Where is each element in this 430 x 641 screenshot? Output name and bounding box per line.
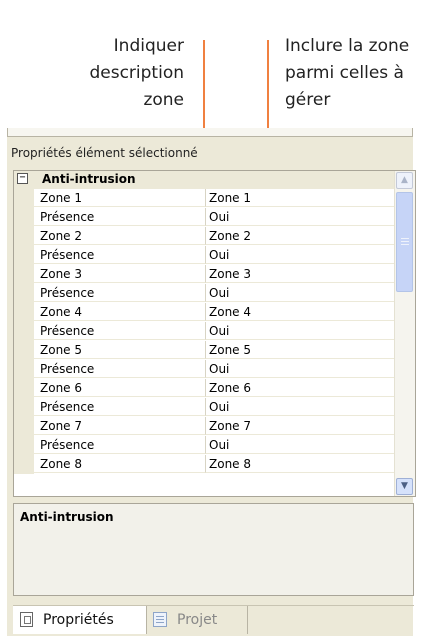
row-gutter (14, 208, 34, 227)
category-row[interactable]: − Anti-intrusion (14, 171, 394, 189)
property-name[interactable]: Zone 7 (34, 417, 206, 435)
callout-line: zone (143, 90, 184, 110)
property-value[interactable]: Oui (206, 360, 394, 378)
property-name[interactable]: Présence (34, 360, 206, 378)
row-gutter (14, 246, 34, 265)
property-row[interactable]: Zone 3 Zone 3 (14, 265, 394, 284)
scrollbar-thumb[interactable] (396, 192, 413, 292)
grip-line (401, 244, 409, 245)
property-name[interactable]: Présence (34, 208, 206, 226)
property-value[interactable]: Oui (206, 284, 394, 302)
property-row[interactable]: Présence Oui (14, 398, 394, 417)
property-value[interactable]: Zone 7 (206, 417, 394, 435)
scroll-down-icon[interactable]: ▼ (396, 478, 413, 495)
property-row[interactable]: Zone 2 Zone 2 (14, 227, 394, 246)
panel-title: Propriétés élément sélectionné (11, 146, 198, 160)
property-name[interactable]: Présence (34, 436, 206, 454)
callout-line: Inclure la zone (285, 36, 410, 56)
property-value[interactable]: Zone 8 (206, 455, 394, 473)
property-rows: Zone 1 Zone 1 Présence Oui Zone 2 Zone 2 Pr… (14, 189, 394, 474)
scroll-up-icon[interactable]: ▲ (396, 172, 413, 189)
row-gutter (14, 265, 34, 284)
property-value[interactable]: Zone 5 (206, 341, 394, 359)
panel-top-strip (7, 128, 413, 137)
row-gutter (14, 322, 34, 341)
tab-label: Propriétés (43, 612, 114, 628)
property-row[interactable]: Présence Oui (14, 322, 394, 341)
property-value[interactable]: Oui (206, 322, 394, 340)
property-name[interactable]: Zone 8 (34, 455, 206, 473)
property-name[interactable]: Zone 6 (34, 379, 206, 397)
property-row[interactable]: Présence Oui (14, 208, 394, 227)
tab-label: Projet (177, 612, 218, 628)
description-pane: Anti-intrusion (13, 503, 414, 596)
callout-line: parmi celles à (285, 63, 404, 83)
property-name[interactable]: Présence (34, 284, 206, 302)
project-icon (153, 612, 167, 627)
description-title: Anti-intrusion (20, 510, 114, 524)
callout-description-zone: Indiquer description zone (20, 33, 184, 114)
tab-project[interactable]: Projet (147, 606, 248, 634)
row-gutter (14, 303, 34, 322)
properties-panel: Propriétés élément sélectionné − Anti-in… (7, 128, 416, 637)
property-value[interactable]: Zone 3 (206, 265, 394, 283)
grip-line (401, 241, 409, 242)
property-value[interactable]: Zone 6 (206, 379, 394, 397)
property-value[interactable]: Zone 1 (206, 189, 394, 207)
row-gutter (14, 398, 34, 417)
grip-line (401, 238, 409, 239)
row-gutter (14, 360, 34, 379)
property-grid[interactable]: − Anti-intrusion Zone 1 Zone 1 Présence Ou… (13, 170, 416, 497)
property-name[interactable]: Zone 4 (34, 303, 206, 321)
property-value[interactable]: Oui (206, 246, 394, 264)
property-row[interactable]: Présence Oui (14, 284, 394, 303)
callout-line: Indiquer (113, 36, 184, 56)
row-gutter (14, 436, 34, 455)
property-value[interactable]: Zone 4 (206, 303, 394, 321)
properties-icon (20, 612, 33, 627)
property-row[interactable]: Présence Oui (14, 436, 394, 455)
property-name[interactable]: Zone 5 (34, 341, 206, 359)
row-gutter (14, 341, 34, 360)
property-value[interactable]: Zone 2 (206, 227, 394, 245)
property-row[interactable]: Zone 6 Zone 6 (14, 379, 394, 398)
property-row[interactable]: Zone 4 Zone 4 (14, 303, 394, 322)
bottom-tab-bar: Propriétés Projet (13, 605, 414, 637)
property-value[interactable]: Oui (206, 208, 394, 226)
row-gutter (14, 455, 34, 474)
property-name[interactable]: Zone 3 (34, 265, 206, 283)
row-gutter (14, 417, 34, 436)
row-gutter (14, 379, 34, 398)
tab-properties[interactable]: Propriétés (13, 606, 147, 634)
callout-line: description (89, 63, 184, 83)
property-name[interactable]: Présence (34, 322, 206, 340)
property-name[interactable]: Zone 2 (34, 227, 206, 245)
vertical-scrollbar[interactable]: ▲ ▼ (394, 171, 415, 496)
property-row[interactable]: Zone 7 Zone 7 (14, 417, 394, 436)
property-value[interactable]: Oui (206, 398, 394, 416)
callout-include-zone: Inclure la zone parmi celles à gérer (285, 33, 430, 114)
row-gutter (14, 284, 34, 303)
collapse-icon[interactable]: − (17, 173, 28, 184)
property-value[interactable]: Oui (206, 436, 394, 454)
category-label: Anti-intrusion (42, 172, 136, 186)
callout-line: gérer (285, 90, 331, 110)
property-name[interactable]: Zone 1 (34, 189, 206, 207)
row-gutter (14, 227, 34, 246)
property-row[interactable]: Présence Oui (14, 360, 394, 379)
row-gutter (14, 189, 34, 208)
property-row[interactable]: Zone 5 Zone 5 (14, 341, 394, 360)
property-name[interactable]: Présence (34, 398, 206, 416)
property-row[interactable]: Présence Oui (14, 246, 394, 265)
property-name[interactable]: Présence (34, 246, 206, 264)
property-row[interactable]: Zone 8 Zone 8 (14, 455, 394, 474)
property-row[interactable]: Zone 1 Zone 1 (14, 189, 394, 208)
